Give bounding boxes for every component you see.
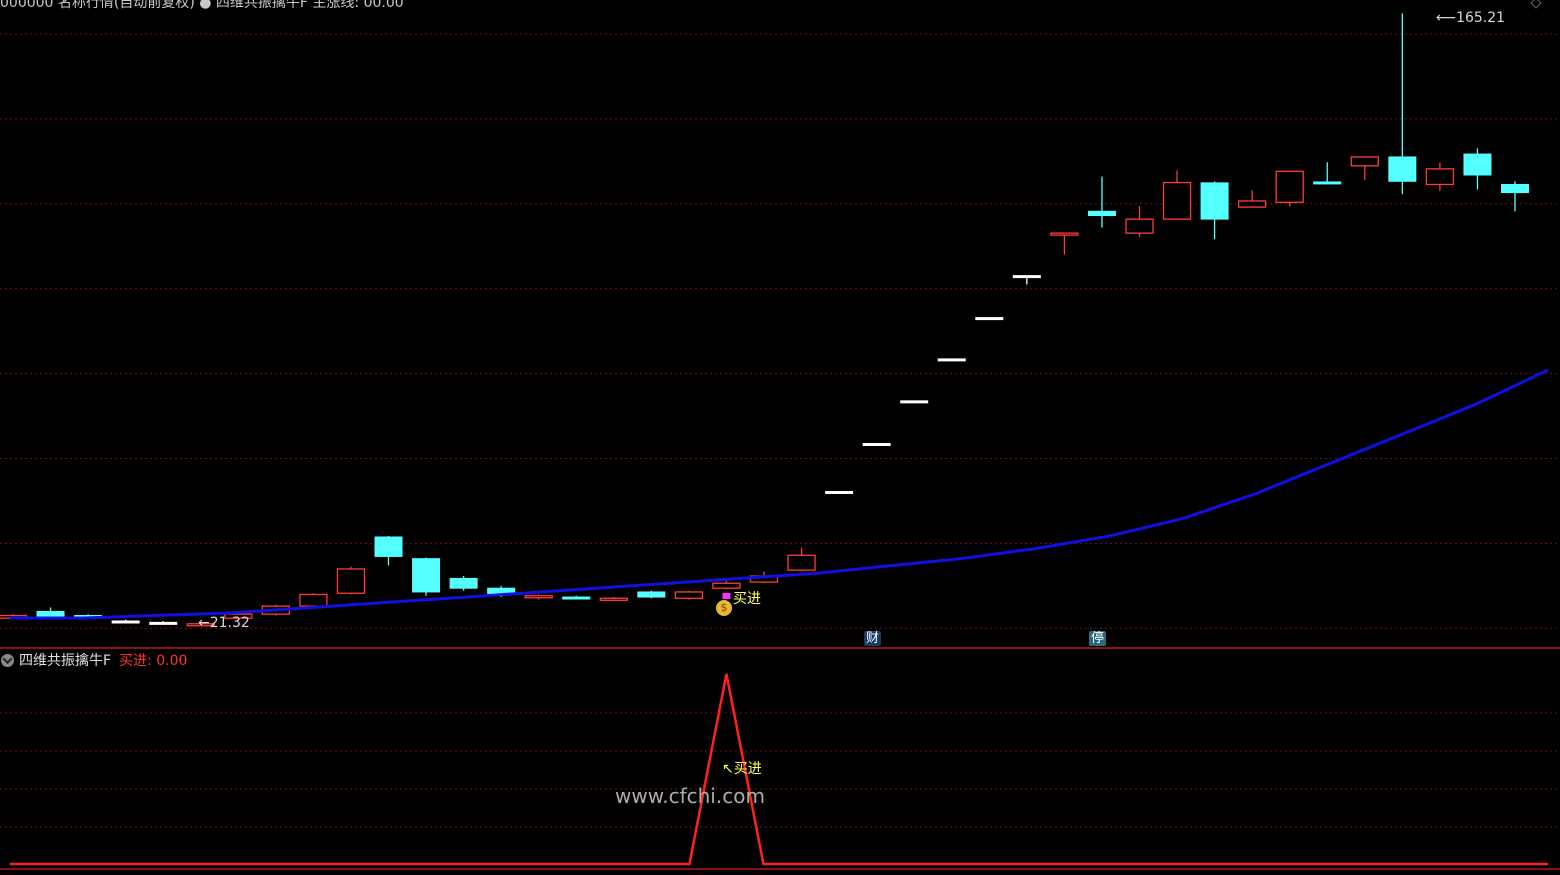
candle-body [412,558,441,593]
candle[interactable] [1463,148,1492,190]
candle[interactable] [1200,181,1229,240]
marker-cai: 财 [864,631,882,646]
marker-ting: 停 [1089,631,1107,646]
candle-body [524,595,553,599]
candle-body [1313,181,1342,185]
candle-body [1501,183,1529,194]
candle[interactable] [599,597,628,601]
stock-chart-window: 000000 名称行情(自动前复权) ● 四维共振擒牛F 主涨线: 00.00 … [0,0,1560,875]
candle-body [336,568,366,594]
low-price-value: 21.32 [209,615,250,631]
candle-body [1012,275,1041,279]
buy-signal-text: 买进 [733,591,761,607]
candle[interactable] [862,442,891,446]
candle[interactable] [1275,170,1304,207]
candle[interactable] [1350,156,1379,181]
candle[interactable] [1087,176,1116,228]
candle-body [1200,182,1229,220]
candle-body [374,536,403,557]
candle-body [1162,181,1192,220]
candle[interactable] [412,557,441,596]
candle[interactable] [975,317,1004,321]
candle-body [1087,210,1116,217]
candle[interactable] [1388,13,1417,195]
candle-body [1388,156,1417,182]
candle-body [111,620,140,624]
candle[interactable] [524,594,553,600]
candle-body [862,442,891,446]
candle[interactable] [1313,162,1342,185]
high-price-value: 165.21 [1456,10,1506,26]
candle-body [1425,168,1455,186]
candle[interactable] [1162,170,1192,220]
candle-body [825,490,854,494]
candle-body [562,596,591,600]
candle[interactable] [1425,162,1455,191]
candle[interactable] [1501,181,1529,212]
sub-buy-label: ↖买进 [722,761,762,777]
candle[interactable] [787,547,816,572]
candle-body [674,591,704,599]
candle-body [1125,218,1154,234]
candle[interactable] [562,595,591,600]
candle-body [1350,156,1379,167]
price-chart-canvas[interactable] [0,0,1560,875]
diamond-icon [1530,0,1542,9]
candle-body [449,577,478,589]
candle-body [149,621,178,625]
candle[interactable] [1050,232,1079,255]
indicator-name: 四维共振擒牛F [19,653,112,669]
signal-line [10,673,1548,866]
candle[interactable] [111,619,140,624]
sub-buy-text: 买进 [733,761,762,777]
candle[interactable] [149,620,178,625]
candle[interactable] [1125,206,1154,237]
high-arrow-icon: ⟵ [1436,10,1457,26]
candle-body [1275,170,1304,203]
candle-body [937,358,966,362]
candle[interactable] [900,400,929,404]
candle[interactable] [674,590,704,600]
marker-cai-text: 财 [866,631,880,646]
buy-signal-label: 买进 [733,591,761,607]
candle[interactable] [449,576,478,591]
indicator-value: 买进: 0.00 [119,653,188,669]
candle[interactable] [637,590,666,599]
ma-line [10,368,1549,620]
money-bag-icon: $ [716,600,732,616]
candle-body [299,593,328,607]
indicator-header: 四维共振擒牛F 买进: 0.00 [0,650,187,670]
candle[interactable] [374,535,403,566]
high-price-label: ⟵165.21 [1436,10,1505,26]
candle-body [1238,200,1267,208]
candle-body [1050,232,1079,236]
candle-body [900,400,929,404]
candle-body [787,554,816,571]
candle-body [712,582,741,589]
candle[interactable] [1238,190,1267,208]
candle[interactable] [825,490,854,494]
candle-body [1463,153,1492,176]
low-price-label: ←21.32 [198,615,250,631]
candle[interactable] [937,358,966,362]
candle-body [975,317,1004,321]
low-arrow-icon: ← [198,615,210,631]
candle-body [36,610,65,618]
candle-body [599,597,628,601]
sub-buy-arrow-icon: ↖ [722,761,734,777]
candle-body [637,591,666,598]
buy-marker [722,593,731,599]
candle[interactable] [1012,275,1041,285]
marker-ting-text: 停 [1091,631,1105,646]
collapse-icon[interactable] [1,653,14,667]
candle[interactable] [336,566,366,595]
watermark: www.cfchi.com [615,784,765,808]
